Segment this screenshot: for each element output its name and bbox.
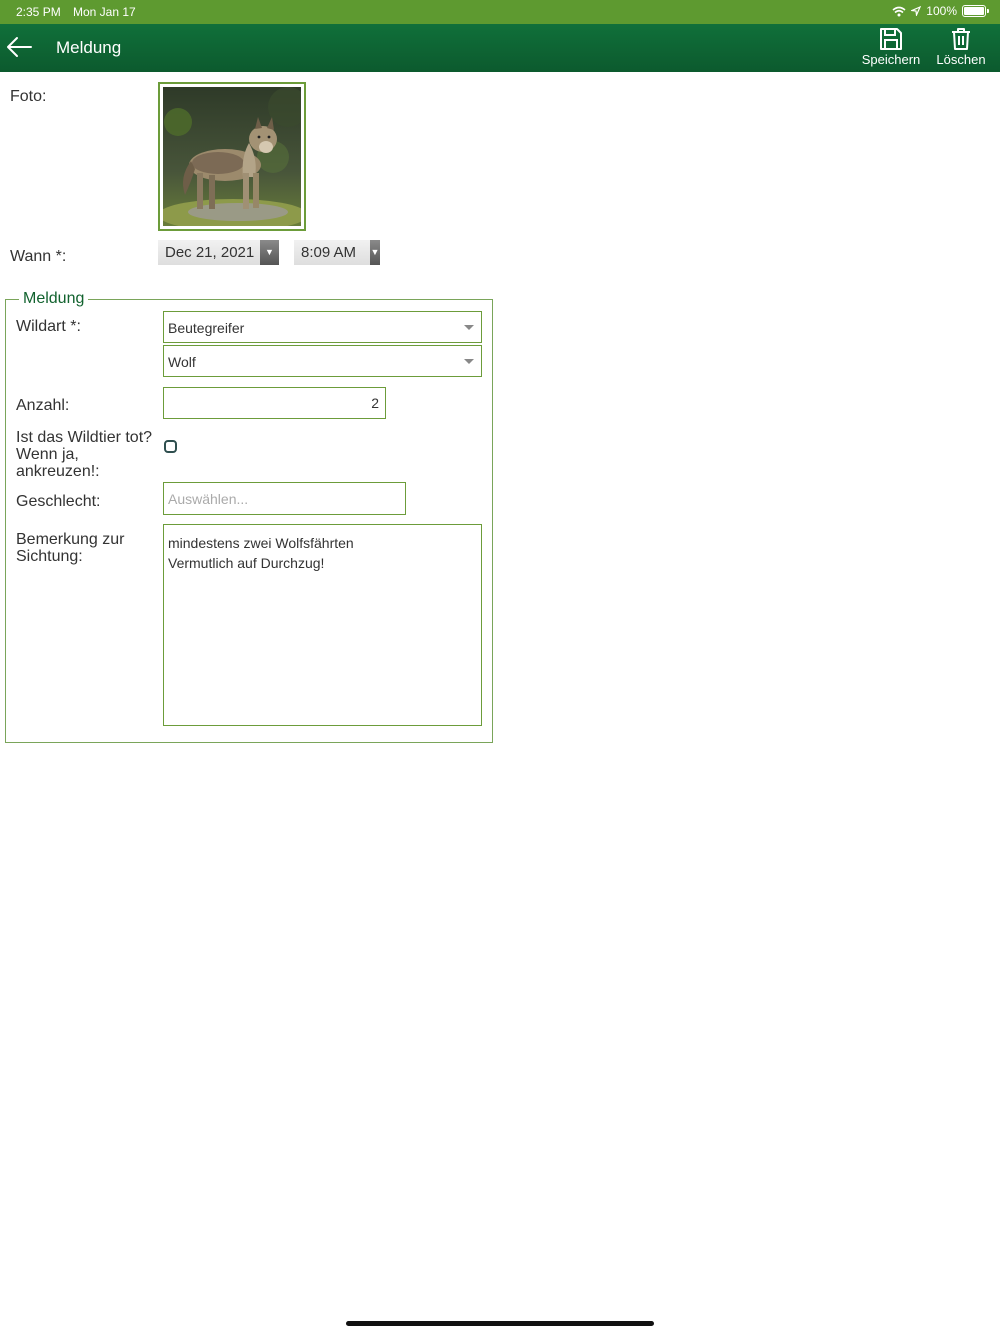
- count-value: 2: [371, 395, 379, 411]
- sex-select[interactable]: Auswählen...: [163, 482, 406, 515]
- remark-label-line: Bemerkung zur: [16, 531, 125, 548]
- arrow-left-icon[interactable]: [4, 34, 34, 60]
- remark-label: Bemerkung zur Sichtung:: [16, 531, 125, 565]
- dead-checkbox[interactable]: [164, 440, 177, 453]
- dead-label: Ist das Wildtier tot? Wenn ja, ankreuzen…: [16, 429, 152, 480]
- status-bar: 2:35 PM Mon Jan 17 100%: [0, 0, 1000, 24]
- chevron-down-icon: [464, 325, 474, 330]
- sex-label: Geschlecht:: [16, 493, 101, 510]
- save-label: Speichern: [861, 52, 921, 67]
- wildart-label: Wildart *:: [16, 318, 81, 335]
- remark-text-line: mindestens zwei Wolfsfährten: [168, 535, 354, 551]
- dead-label-line: Ist das Wildtier tot?: [16, 429, 153, 446]
- caret-down-icon: ▼: [370, 240, 380, 265]
- battery-percent: 100%: [926, 4, 957, 18]
- wildart-category-value: Beutegreifer: [168, 320, 245, 336]
- date-value: Dec 21, 2021: [165, 244, 255, 261]
- battery-icon: [962, 5, 989, 17]
- delete-button[interactable]: Löschen: [932, 26, 990, 67]
- caret-down-icon: ▼: [260, 240, 279, 265]
- nav-bar: Meldung Speichern Löschen: [0, 24, 1000, 72]
- remark-text-line: Vermutlich auf Durchzug!: [168, 555, 325, 571]
- trash-icon: [952, 28, 970, 50]
- sex-placeholder: Auswählen...: [168, 491, 249, 507]
- count-input[interactable]: 2: [163, 387, 386, 419]
- count-label: Anzahl:: [16, 397, 70, 414]
- wildart-species-value: Wolf: [168, 354, 196, 370]
- home-indicator: [346, 1321, 654, 1326]
- date-picker[interactable]: Dec 21, 2021 ▼: [158, 240, 279, 265]
- floppy-disk-icon: [880, 28, 902, 50]
- dead-label-line: Wenn ja,: [16, 446, 79, 463]
- photo-thumbnail[interactable]: [158, 82, 306, 231]
- dead-label-line: ankreuzen!:: [16, 463, 100, 480]
- wifi-icon: [892, 6, 906, 16]
- wildart-category-select[interactable]: Beutegreifer: [163, 311, 482, 343]
- time-picker[interactable]: 8:09 AM ▼: [294, 240, 380, 265]
- remark-textarea[interactable]: mindestens zwei Wolfsfährten Vermutlich …: [163, 524, 482, 726]
- page-title: Meldung: [56, 38, 122, 57]
- delete-label: Löschen: [936, 52, 986, 67]
- photo-label: Foto:: [10, 88, 47, 105]
- location-icon: [911, 6, 922, 16]
- status-date: Mon Jan 17: [73, 5, 136, 19]
- save-button[interactable]: Speichern: [858, 26, 924, 67]
- when-label: Wann *:: [10, 248, 67, 265]
- chevron-down-icon: [464, 359, 474, 364]
- group-legend: Meldung: [23, 290, 85, 307]
- status-time: 2:35 PM: [16, 5, 61, 19]
- remark-label-line: Sichtung:: [16, 548, 83, 565]
- time-value: 8:09 AM: [301, 244, 357, 261]
- wildart-species-select[interactable]: Wolf: [163, 345, 482, 377]
- wolf-photo: [163, 87, 301, 226]
- status-icons: 100%: [892, 4, 989, 18]
